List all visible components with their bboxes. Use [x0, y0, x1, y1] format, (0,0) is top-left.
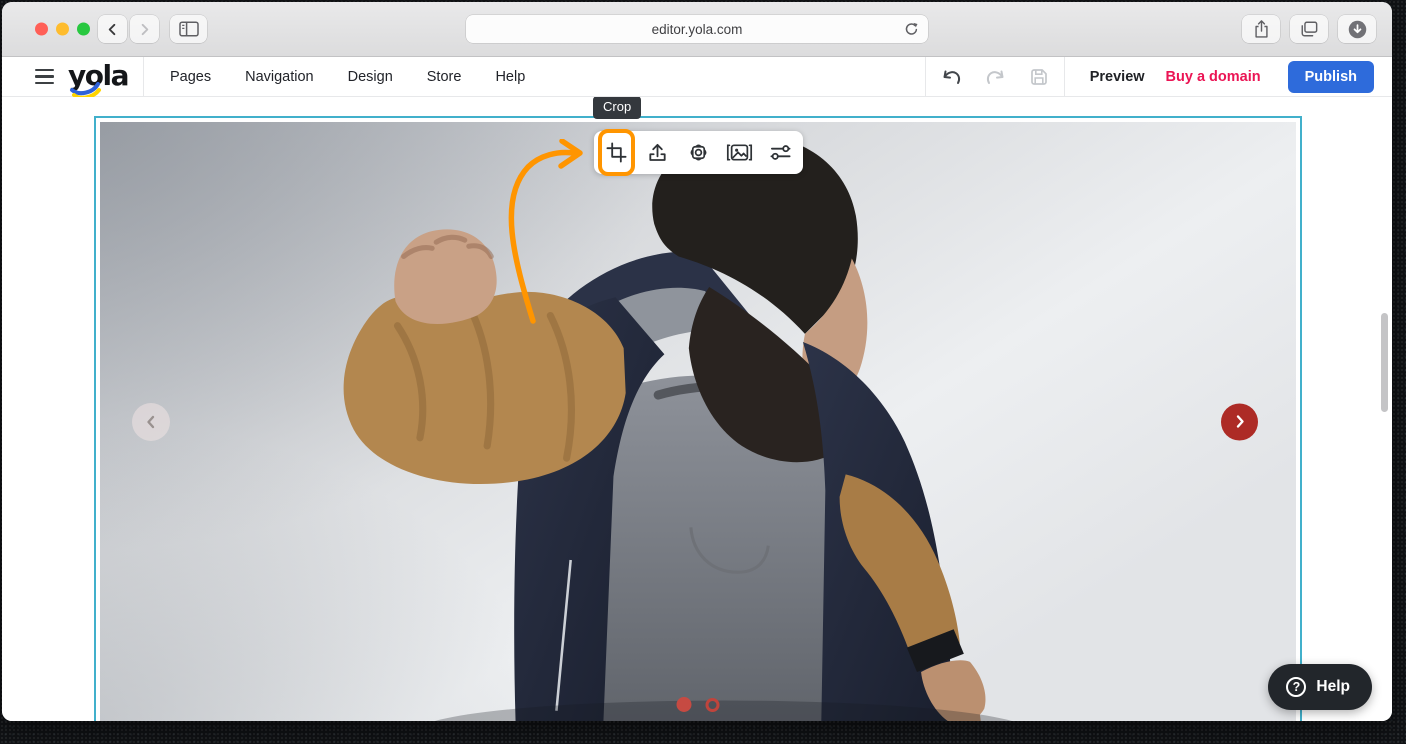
sliders-icon	[769, 141, 792, 164]
help-button-label: Help	[1316, 678, 1350, 696]
carousel-dots	[677, 697, 720, 712]
page-scrollbar-thumb[interactable]	[1381, 313, 1388, 412]
close-window-button[interactable]	[35, 23, 48, 36]
reload-icon	[904, 22, 919, 37]
menu-item-navigation[interactable]: Navigation	[245, 69, 314, 85]
undo-icon	[941, 68, 962, 86]
traffic-lights	[35, 23, 90, 36]
save-button[interactable]	[1029, 67, 1049, 87]
browser-sidebar-button[interactable]	[170, 15, 207, 43]
browser-forward-button[interactable]	[130, 15, 159, 43]
browser-back-button[interactable]	[98, 15, 127, 43]
minimize-window-button[interactable]	[56, 23, 69, 36]
chevron-left-icon	[144, 415, 158, 429]
reload-button[interactable]	[904, 22, 919, 37]
upload-image-button[interactable]	[637, 131, 678, 174]
redo-icon	[985, 68, 1006, 86]
browser-titlebar: editor.yola.com	[2, 2, 1392, 57]
slideshow-icon	[726, 141, 753, 164]
upload-icon	[646, 141, 669, 164]
crop-icon	[605, 141, 628, 164]
redo-button[interactable]	[985, 68, 1006, 86]
adjustments-button[interactable]	[760, 131, 801, 174]
main-menu-button[interactable]	[35, 69, 54, 85]
address-bar[interactable]: editor.yola.com	[466, 15, 928, 43]
chevron-left-icon	[105, 22, 120, 37]
selected-image-slider-widget[interactable]	[94, 116, 1302, 721]
carousel-next-button[interactable]	[1221, 403, 1258, 440]
carousel-dot-2[interactable]	[706, 698, 720, 712]
tabs-icon	[1299, 20, 1319, 38]
menu-item-design[interactable]: Design	[348, 69, 393, 85]
carousel-prev-button[interactable]	[132, 403, 170, 441]
toolbar-divider	[143, 57, 144, 96]
toolbar-actions: Preview Buy a domain Publish	[925, 57, 1392, 96]
carousel-dot-1-active[interactable]	[677, 697, 692, 712]
question-icon: ?	[1286, 677, 1306, 697]
browser-downloads-button[interactable]	[1338, 15, 1376, 43]
browser-window: editor.yola.com	[2, 2, 1392, 721]
help-button[interactable]: ? Help	[1268, 664, 1372, 710]
browser-tabs-button[interactable]	[1290, 15, 1328, 43]
editor-menu: Pages Navigation Design Store Help	[170, 69, 525, 85]
crop-tool-button[interactable]	[596, 131, 637, 174]
browser-share-button[interactable]	[1242, 15, 1280, 43]
sidebar-icon	[179, 21, 199, 37]
editor-canvas: Crop ? Help	[2, 97, 1392, 721]
slideshow-button[interactable]	[719, 131, 760, 174]
slider-photo[interactable]	[100, 122, 1296, 721]
image-toolbar	[594, 131, 803, 174]
preview-button[interactable]: Preview	[1090, 69, 1145, 85]
download-icon	[1347, 19, 1368, 40]
chevron-right-icon	[1233, 415, 1247, 429]
hamburger-icon	[35, 69, 54, 71]
menu-item-help[interactable]: Help	[495, 69, 525, 85]
publish-button[interactable]: Publish	[1288, 61, 1374, 93]
gear-icon	[687, 141, 710, 164]
undo-button[interactable]	[941, 68, 962, 86]
image-settings-button[interactable]	[678, 131, 719, 174]
save-icon	[1029, 67, 1049, 87]
history-controls	[926, 67, 1064, 87]
chevron-right-icon	[137, 22, 152, 37]
photo-man-dancing	[100, 122, 1296, 721]
address-bar-url: editor.yola.com	[652, 22, 743, 37]
buy-domain-button[interactable]: Buy a domain	[1166, 69, 1261, 85]
menu-item-pages[interactable]: Pages	[170, 69, 211, 85]
toolbar-divider	[1064, 57, 1065, 96]
crop-tooltip: Crop	[593, 97, 641, 119]
yola-logo[interactable]: yola	[68, 62, 128, 92]
editor-toolbar: yola Pages Navigation Design Store Help	[2, 57, 1392, 97]
menu-item-store[interactable]: Store	[427, 69, 462, 85]
share-icon	[1253, 19, 1270, 39]
zoom-window-button[interactable]	[77, 23, 90, 36]
